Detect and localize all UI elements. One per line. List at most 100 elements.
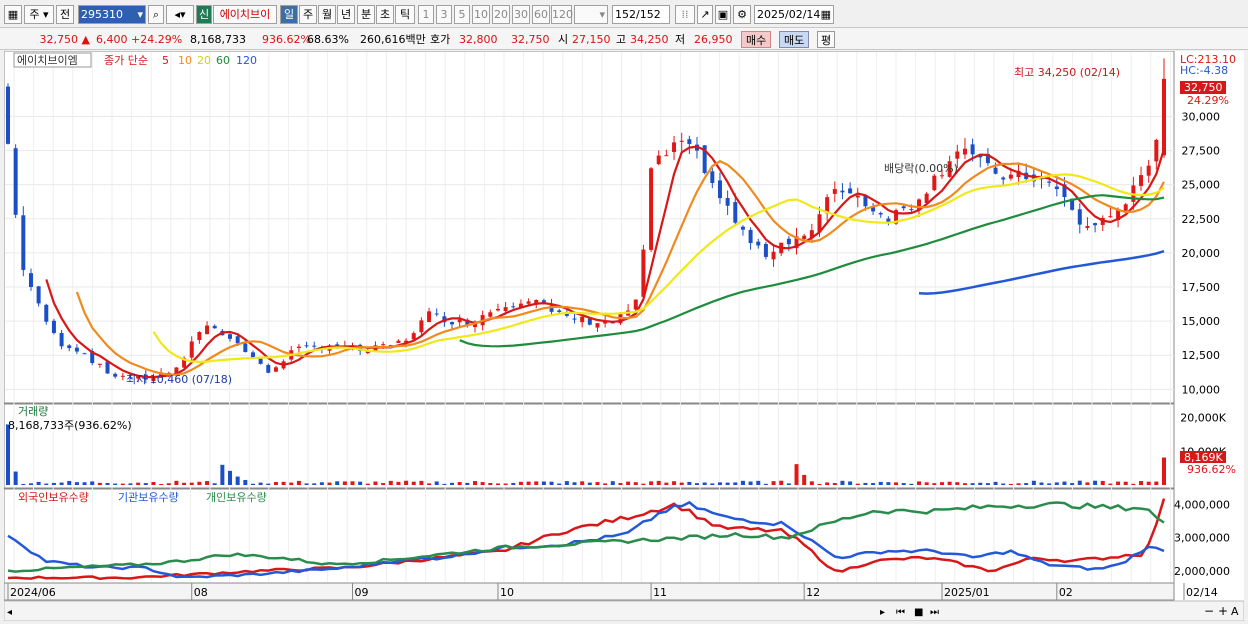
candle-body <box>526 301 531 304</box>
count-value: 152 <box>615 8 636 21</box>
volume-bar <box>626 481 631 485</box>
volume-bar <box>534 481 539 485</box>
minute-20[interactable]: 20 <box>492 5 510 24</box>
stop-icon[interactable]: ■ <box>914 607 923 618</box>
candle-body <box>679 140 684 142</box>
volume-bar <box>1116 481 1121 485</box>
volume-bar <box>266 483 271 485</box>
type-select[interactable]: 주 ▾ <box>24 5 54 24</box>
forward-icon[interactable]: ⏭ <box>930 607 939 618</box>
volume-bar <box>13 471 18 485</box>
volume-bar <box>595 482 600 485</box>
zoom-in-icon[interactable]: + <box>1218 604 1228 618</box>
volume-bar <box>1123 481 1128 485</box>
minute-30[interactable]: 30 <box>512 5 530 24</box>
volume-bar <box>572 482 577 485</box>
bid-label: 호가 <box>430 33 451 46</box>
gear-icon[interactable]: ⚙ <box>733 5 751 24</box>
minute-1[interactable]: 1 <box>418 5 434 24</box>
volume-bar <box>993 481 998 485</box>
date-input[interactable]: 2025/02/14 ▦ <box>754 5 834 24</box>
volume-bar <box>901 483 906 485</box>
interval-minute[interactable]: 분 <box>357 5 375 24</box>
candle-body <box>21 215 26 270</box>
volume-bar <box>495 483 500 485</box>
candle-body <box>450 322 455 325</box>
volume-bar <box>725 482 730 485</box>
candle-body <box>44 304 49 322</box>
holder-line-indiv <box>7 501 1165 573</box>
candle-body <box>572 318 577 320</box>
volume-bar <box>633 482 638 485</box>
candle-body <box>840 190 845 193</box>
zoom-out-icon[interactable]: − <box>1204 604 1214 618</box>
period-button[interactable]: 전 <box>56 5 74 24</box>
candle-body <box>557 310 562 313</box>
calendar-icon[interactable]: ▦ <box>821 6 831 23</box>
candle-body <box>205 325 210 335</box>
minute-120[interactable]: 120 <box>551 5 573 24</box>
minute-10[interactable]: 10 <box>472 5 490 24</box>
volume-bar <box>1054 482 1059 485</box>
volume-bar <box>649 481 654 485</box>
count-input[interactable]: 152/152 <box>612 5 670 24</box>
holder-lines <box>7 498 1166 581</box>
volume-bar <box>825 482 830 485</box>
search-icon[interactable]: ⌕ <box>148 5 164 24</box>
volume-bar <box>717 482 722 485</box>
volume-bar <box>771 481 776 485</box>
candle-body <box>1139 175 1144 186</box>
interval-year[interactable]: 년 <box>337 5 355 24</box>
candle-body <box>1054 186 1059 190</box>
candle-series <box>6 58 1166 384</box>
scroll-right-icon[interactable]: ▸ <box>880 607 885 618</box>
scroll-left-icon[interactable]: ◂ <box>7 607 12 618</box>
code-input[interactable]: 295310 ▾ <box>78 5 146 24</box>
volume-bar <box>197 481 202 485</box>
volume-bar <box>250 483 255 485</box>
interval-day[interactable]: 일 <box>280 5 298 24</box>
price-tick-label: 20,000 <box>1182 247 1221 260</box>
date-axis-label: 09 <box>355 586 369 599</box>
interval-second[interactable]: 초 <box>376 5 394 24</box>
stock-chart[interactable]: 10,000 12,500 15,000 17,500 20,000 22,500 25,0… <box>3 50 1245 622</box>
dividend-label: 배당락(0.00%) <box>884 162 958 175</box>
scroll-bar[interactable] <box>3 600 1245 622</box>
candle-body <box>1108 216 1113 218</box>
grid-icon[interactable]: ⁞⁞ <box>675 5 695 24</box>
candle-body <box>113 373 118 377</box>
volume-bar <box>450 482 455 485</box>
sound-icon[interactable]: ◂▾ <box>166 5 194 24</box>
minute-3[interactable]: 3 <box>436 5 452 24</box>
minute-5[interactable]: 5 <box>454 5 470 24</box>
volume-bar <box>151 482 156 485</box>
volume-bar <box>1100 480 1105 485</box>
interval-month[interactable]: 월 <box>318 5 336 24</box>
candle-body <box>1085 226 1090 228</box>
custom-select[interactable]: ▾ <box>574 5 608 24</box>
price-panel-border <box>3 50 1175 404</box>
volume-bar <box>518 481 523 485</box>
price-tick-label: 25,000 <box>1182 179 1221 192</box>
candle-body <box>511 306 516 308</box>
sell-button[interactable]: 매도 <box>779 31 810 48</box>
draw-icon[interactable]: ↗ <box>697 5 713 24</box>
auto-icon[interactable]: A <box>1231 605 1239 618</box>
interval-tick[interactable]: 틱 <box>395 5 415 24</box>
volume-bar <box>1039 482 1044 485</box>
save-icon[interactable]: ▣ <box>715 5 731 24</box>
current-price: 32,750 ▲ <box>39 33 90 46</box>
volume-bar <box>373 481 378 485</box>
volume-bar <box>296 480 301 485</box>
volume-bar <box>1108 483 1113 485</box>
interval-week[interactable]: 주 <box>299 5 317 24</box>
minute-60[interactable]: 60 <box>532 5 550 24</box>
buy-button[interactable]: 매수 <box>741 31 772 48</box>
candle-body <box>273 367 278 372</box>
menu-icon[interactable]: ▦ <box>4 5 22 24</box>
eval-button[interactable]: 평 <box>817 31 836 48</box>
volume-bar <box>1077 480 1082 485</box>
volume-bar <box>342 481 347 485</box>
volume-bar <box>258 482 263 485</box>
rewind-icon[interactable]: ⏮ <box>896 607 905 618</box>
